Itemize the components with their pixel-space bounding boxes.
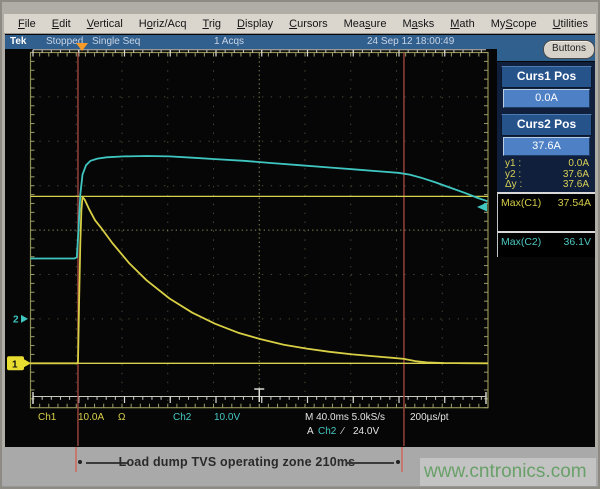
menu-item-utilities[interactable]: Utilities (553, 18, 588, 30)
trigger-position-icon[interactable] (76, 43, 88, 51)
menu-item-display[interactable]: Display (237, 18, 273, 30)
cursor-dy-row: Δy : 37.6A (505, 180, 589, 191)
ch1-label[interactable]: Ch1 (38, 412, 56, 423)
menu-item-measure[interactable]: Measure (344, 18, 387, 30)
menu-item-vertical[interactable]: Vertical (87, 18, 123, 30)
measurement-max-c2: Max(C2) 36.1V (497, 231, 595, 257)
ch2-ground-marker[interactable]: 2 (13, 314, 19, 325)
ch2-scale[interactable]: 10.0V (214, 412, 240, 423)
max-c2-value: 36.1V (564, 236, 591, 248)
svg-text:1: 1 (12, 359, 18, 370)
ch1-scale[interactable]: 10.0A (78, 412, 104, 423)
curs1-pos-value[interactable]: 0.0A (503, 89, 590, 108)
menu-bar: File Edit Vertical Horiz/Acq Trig Display Curs… (4, 14, 596, 34)
trigger-prefix: A (307, 426, 314, 437)
menu-item-myscope[interactable]: MyScope (491, 18, 537, 30)
cursor-y1-row: y1 : 0.0A (505, 159, 589, 170)
dimension-line-right (346, 462, 394, 464)
curs2-pos-header: Curs2 Pos (501, 114, 592, 136)
dy-label: Δy : (505, 180, 522, 191)
menu-item-edit[interactable]: Edit (52, 18, 71, 30)
ch2-label[interactable]: Ch2 (173, 412, 191, 423)
resolution-readout: 200µs/pt (410, 412, 449, 423)
dy-value: 37.6A (563, 180, 589, 191)
cursor-panel: Curs1 Pos 0.0A Curs2 Pos 37.6A y1 : 0.0A… (497, 62, 595, 292)
menu-item-trig[interactable]: Trig (203, 18, 222, 30)
measurement-max-c1: Max(C1) 37.54A (497, 192, 595, 231)
y1-value: 0.0A (568, 159, 589, 170)
zone-end-line (401, 447, 403, 472)
y1-label: y1 : (505, 159, 521, 170)
datetime: 24 Sep 12 18:00:49 (367, 36, 454, 47)
menu-item-masks[interactable]: Masks (402, 18, 434, 30)
curs1-pos-header: Curs1 Pos (501, 66, 592, 88)
max-c2-label: Max(C2) (501, 236, 541, 248)
scope-screen: Tek Stopped Single Seq 1 Acqs 24 Sep 12 … (5, 34, 595, 447)
buttons-button[interactable]: Buttons (543, 40, 595, 59)
trigger-source[interactable]: Ch2 (318, 426, 336, 437)
dimension-end-dot (396, 460, 400, 464)
max-c1-label: Max(C1) (501, 197, 541, 209)
zone-start-line (75, 447, 77, 472)
curs2-pos-value[interactable]: 37.6A (503, 137, 590, 156)
menu-item-file[interactable]: File (18, 18, 36, 30)
acq-count: 1 Acqs (214, 36, 244, 47)
trigger-level[interactable]: 24.0V (353, 426, 379, 437)
timebase-readout[interactable]: M 40.0ms 5.0kS/s (305, 412, 385, 423)
ch2-ground-arrow-icon (21, 315, 28, 323)
status-bar: Tek Stopped Single Seq 1 Acqs 24 Sep 12 … (5, 35, 595, 49)
menu-item-horizacq[interactable]: Horiz/Acq (139, 18, 187, 30)
menu-item-math[interactable]: Math (450, 18, 474, 30)
cursor-position-block: Curs1 Pos 0.0A Curs2 Pos 37.6A y1 : 0.0A… (497, 62, 595, 192)
max-c1-value: 37.54A (558, 197, 591, 209)
watermark: www.cntronics.com (420, 458, 596, 486)
zone-annotation: Load dump TVS operating zone 210ms (112, 455, 362, 469)
ch1-coupling-icon: Ω (118, 412, 125, 423)
annotation-band: Load dump TVS operating zone 210ms www.c… (2, 447, 598, 486)
brand-label: Tek (10, 36, 27, 47)
waveform-display: 21 (5, 49, 497, 447)
ch2-level-arrow-icon[interactable] (477, 203, 487, 212)
acq-mode: Single Seq (92, 36, 140, 47)
trace-ch1[interactable] (31, 197, 488, 363)
cursor-readout: y1 : 0.0A y2 : 37.6A Δy : 37.6A (505, 159, 589, 191)
menu-item-cursors[interactable]: Cursors (289, 18, 328, 30)
trigger-slope-icon: ∕ (342, 426, 344, 437)
dimension-start-dot (78, 460, 82, 464)
